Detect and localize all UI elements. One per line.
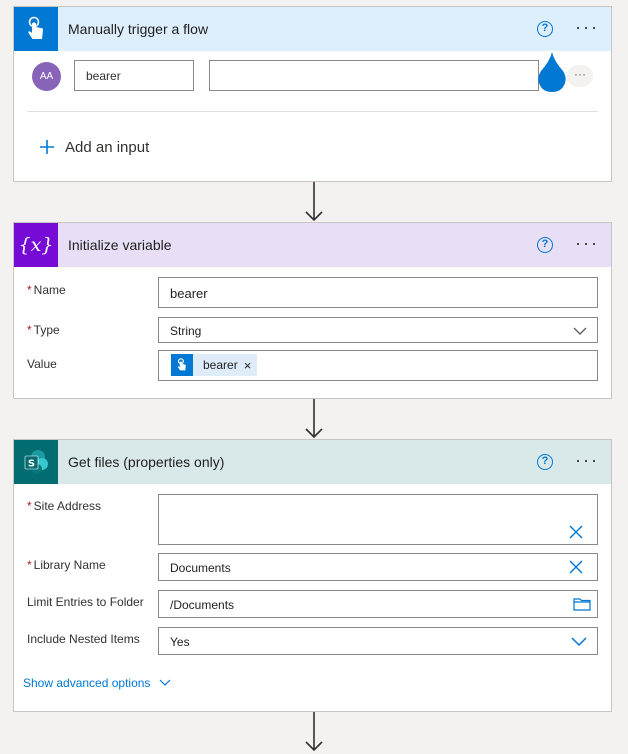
plus-icon [40,140,54,154]
name-input[interactable]: bearer [158,277,598,308]
site-address-input[interactable] [158,494,598,545]
type-value: String [170,324,202,338]
limit-folder-value: /Documents [170,598,235,612]
divider [27,111,598,112]
more-options-icon[interactable]: ··· [575,234,599,252]
required-marker: * [27,558,32,572]
site-address-label: * Site Address [27,499,101,513]
required-marker: * [27,499,32,513]
help-icon[interactable]: ? [537,237,553,253]
token-label: bearer [203,358,238,372]
help-icon[interactable]: ? [537,454,553,470]
trigger-card-header[interactable]: Manually trigger a flow ? ··· [14,7,611,51]
show-advanced-options-link[interactable]: Show advanced options [23,676,171,690]
chevron-down-icon [571,637,587,647]
folder-icon[interactable] [573,597,591,611]
add-input-label: Add an input [65,138,150,156]
library-name-value: Documents [170,561,231,575]
library-name-label-text: Library Name [33,558,106,572]
required-marker: * [27,323,32,337]
svg-text:S: S [28,459,35,470]
trigger-input-name-text: bearer [86,69,121,83]
close-icon[interactable]: × [244,358,252,373]
type-label-text: Type [33,323,60,337]
get-files-card: S Get files (properties only) ? ··· * Sit… [13,439,612,712]
nested-items-value: Yes [170,635,190,649]
limit-folder-input[interactable]: /Documents [158,590,598,618]
site-address-label-text: Site Address [33,499,102,513]
initialize-variable-header[interactable]: {x} Initialize variable ? ··· [14,223,611,267]
limit-folder-label: Limit Entries to Folder [27,595,144,609]
more-options-icon[interactable]: ··· [575,18,599,36]
sharepoint-icon: S [14,440,58,484]
name-label-text: Name [33,283,66,297]
type-dropdown[interactable]: String [158,317,598,343]
nested-items-dropdown[interactable]: Yes [158,627,598,655]
value-label: Value [27,357,57,371]
variable-icon-symbol: {x} [18,234,54,256]
variable-icon: {x} [14,223,58,267]
trigger-card: Manually trigger a flow ? ··· AA bearer … [13,6,612,182]
flow-arrow-icon [305,712,323,752]
trigger-input-name-field[interactable]: bearer [74,60,194,91]
value-input[interactable]: bearer × [158,350,598,381]
clear-icon[interactable] [569,525,583,539]
touch-hand-icon [171,354,193,376]
drag-handle-droplet-icon[interactable] [536,51,568,93]
help-icon[interactable]: ? [537,21,553,37]
required-marker: * [27,283,32,297]
get-files-header[interactable]: S Get files (properties only) ? ··· [14,440,611,484]
type-label: * Type [27,323,60,337]
trigger-title: Manually trigger a flow [68,21,209,37]
name-label: * Name [27,283,66,297]
trigger-input-value-field[interactable] [209,60,539,91]
library-name-label: * Library Name [27,558,106,572]
initialize-variable-card: {x} Initialize variable ? ··· * Name bear… [13,222,612,399]
more-options-icon[interactable]: ··· [575,451,599,469]
nested-items-label: Include Nested Items [27,632,140,646]
flow-arrow-icon [305,399,323,439]
initialize-variable-title: Initialize variable [68,237,172,253]
trigger-input-avatar: AA [32,62,61,91]
get-files-title: Get files (properties only) [68,454,225,470]
library-name-input[interactable]: Documents [158,553,598,581]
dynamic-content-token[interactable]: bearer × [171,354,258,376]
show-advanced-options-label: Show advanced options [23,676,151,690]
clear-icon[interactable] [569,560,583,574]
chevron-down-icon [573,327,587,335]
touch-hand-icon [14,7,58,51]
input-more-options-icon[interactable]: ··· [567,65,593,87]
add-input-button[interactable]: Add an input [39,135,149,159]
name-value: bearer [170,286,208,301]
flow-arrow-icon [305,182,323,222]
avatar-text: AA [39,71,54,82]
chevron-down-icon [160,679,171,686]
